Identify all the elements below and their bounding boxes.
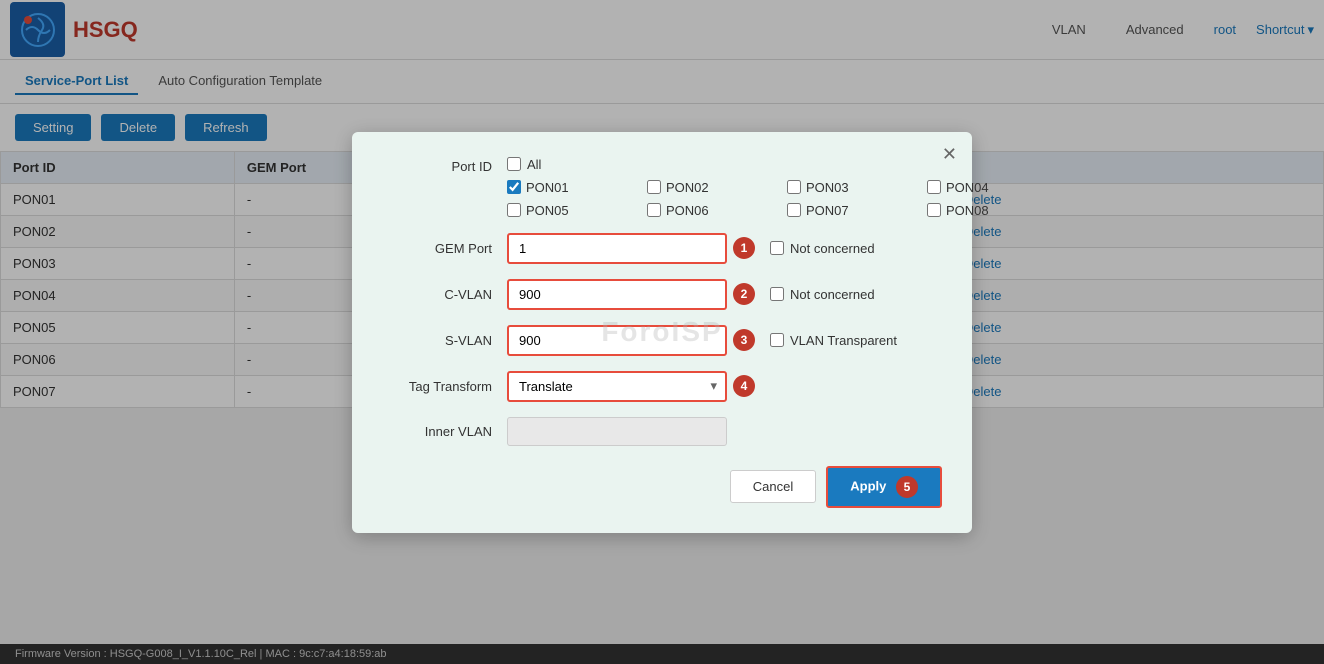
pon-item-7: PON07 xyxy=(787,203,917,218)
svlan-row: S-VLAN 3 VLAN Transparent xyxy=(382,325,942,356)
pon04-checkbox[interactable] xyxy=(927,180,941,194)
pon-item-5: PON05 xyxy=(507,203,637,218)
pon06-checkbox[interactable] xyxy=(647,203,661,217)
all-row: All xyxy=(507,157,1057,172)
tag-transform-select[interactable]: Translate Add Remove Transparent xyxy=(507,371,727,402)
step-badge-5: 5 xyxy=(896,476,918,498)
svlan-transparent-checkbox[interactable] xyxy=(770,333,784,347)
pon02-label: PON02 xyxy=(666,180,709,195)
pon-item-4: PON04 xyxy=(927,180,1057,195)
gem-port-row: GEM Port 1 Not concerned xyxy=(382,233,942,264)
gem-not-concerned-label: Not concerned xyxy=(770,241,875,256)
all-label: All xyxy=(527,157,541,172)
pon03-label: PON03 xyxy=(806,180,849,195)
pon05-checkbox[interactable] xyxy=(507,203,521,217)
svlan-vlan-transparent-label: VLAN Transparent xyxy=(770,333,897,348)
cvlan-not-concerned-label: Not concerned xyxy=(770,287,875,302)
pon08-checkbox[interactable] xyxy=(927,203,941,217)
pon-item-8: PON08 xyxy=(927,203,1057,218)
pon01-checkbox[interactable] xyxy=(507,180,521,194)
gem-not-concerned-checkbox[interactable] xyxy=(770,241,784,255)
svlan-label: S-VLAN xyxy=(382,333,492,348)
apply-button[interactable]: Apply 5 xyxy=(826,466,942,508)
gem-port-input[interactable] xyxy=(507,233,727,264)
pon08-label: PON08 xyxy=(946,203,989,218)
port-id-controls: All PON01 PON02 PON03 xyxy=(507,157,1057,218)
pon07-label: PON07 xyxy=(806,203,849,218)
pon-item-1: PON01 xyxy=(507,180,637,195)
tag-transform-select-wrapper: Translate Add Remove Transparent xyxy=(507,371,727,402)
inner-vlan-row: Inner VLAN xyxy=(382,417,942,446)
pon-item-6: PON06 xyxy=(647,203,777,218)
all-checkbox[interactable] xyxy=(507,157,521,171)
tag-transform-row: Tag Transform Translate Add Remove Trans… xyxy=(382,371,942,402)
port-id-row: Port ID All PON01 PON02 xyxy=(382,157,942,218)
pon07-checkbox[interactable] xyxy=(787,203,801,217)
pon-item-2: PON02 xyxy=(647,180,777,195)
cvlan-input[interactable] xyxy=(507,279,727,310)
pon02-checkbox[interactable] xyxy=(647,180,661,194)
pon-item-3: PON03 xyxy=(787,180,917,195)
service-port-dialog: ✕ ForoISP Port ID All PON01 PON02 xyxy=(352,132,972,533)
pon-grid: PON01 PON02 PON03 PON04 xyxy=(507,180,1057,218)
dialog-overlay: ✕ ForoISP Port ID All PON01 PON02 xyxy=(0,0,1324,664)
cancel-button[interactable]: Cancel xyxy=(730,470,816,503)
pon05-label: PON05 xyxy=(526,203,569,218)
pon04-label: PON04 xyxy=(946,180,989,195)
inner-vlan-input[interactable] xyxy=(507,417,727,446)
port-id-label: Port ID xyxy=(382,157,492,174)
close-button[interactable]: ✕ xyxy=(942,144,957,165)
dialog-footer: Cancel Apply 5 xyxy=(382,466,942,508)
pon06-label: PON06 xyxy=(666,203,709,218)
cvlan-label: C-VLAN xyxy=(382,287,492,302)
inner-vlan-label: Inner VLAN xyxy=(382,424,492,439)
svlan-input[interactable] xyxy=(507,325,727,356)
gem-port-label: GEM Port xyxy=(382,241,492,256)
cvlan-row: C-VLAN 2 Not concerned xyxy=(382,279,942,310)
cvlan-not-concerned-checkbox[interactable] xyxy=(770,287,784,301)
pon03-checkbox[interactable] xyxy=(787,180,801,194)
step-badge-2: 2 xyxy=(733,283,755,305)
tag-transform-label: Tag Transform xyxy=(382,379,492,394)
step-badge-4: 4 xyxy=(733,375,755,397)
step-badge-1: 1 xyxy=(733,237,755,259)
pon01-label: PON01 xyxy=(526,180,569,195)
step-badge-3: 3 xyxy=(733,329,755,351)
